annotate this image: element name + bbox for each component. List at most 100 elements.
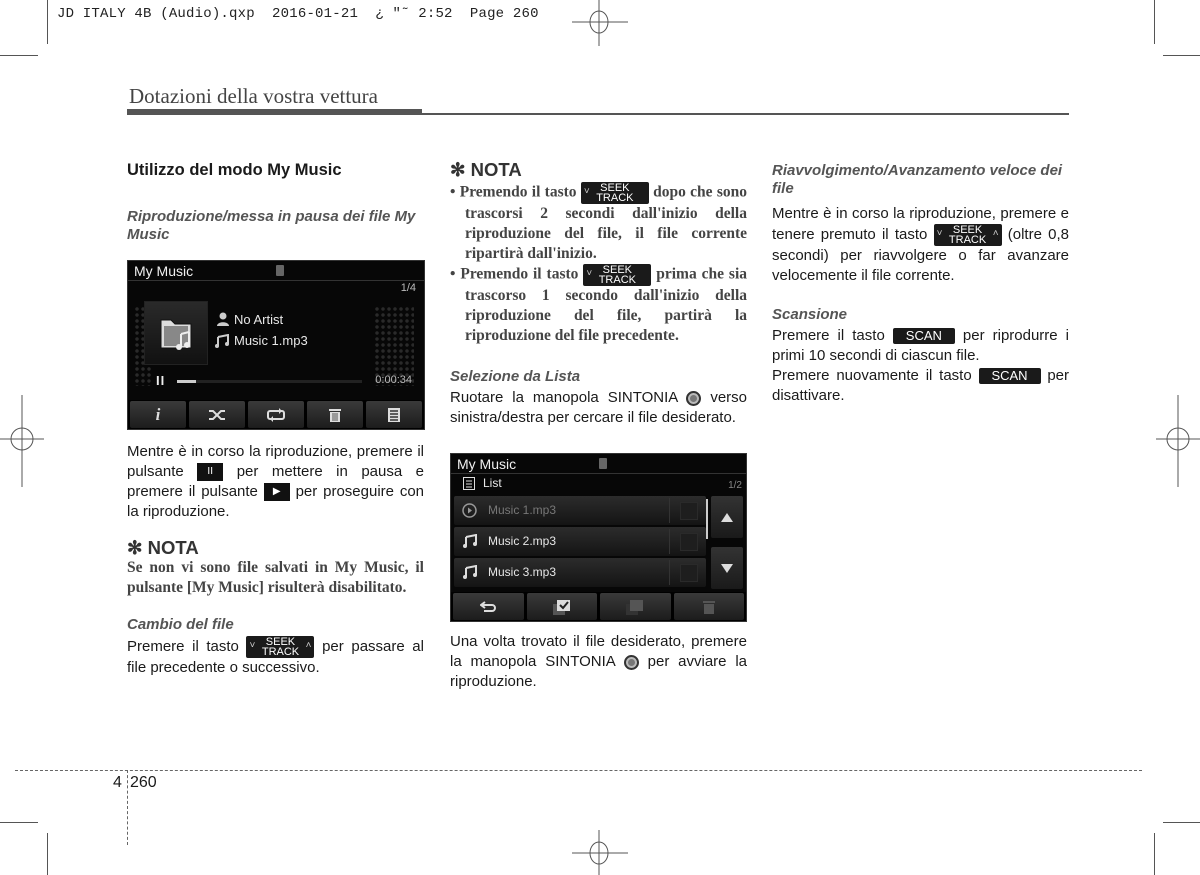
trash-icon [702, 600, 715, 614]
subheading: Riproduzione/messa in pausa dei file My … [127, 208, 416, 243]
file-name: Music 2.mp3 [488, 534, 557, 548]
seek-track-key-icon: ˅ SEEK TRACK ˄ [933, 224, 1002, 246]
list-item[interactable]: Music 1.mp3 [454, 496, 706, 525]
album-art [144, 301, 208, 365]
control-bar: i [128, 400, 424, 429]
shuffle-icon [209, 409, 225, 420]
crop-mark [1154, 0, 1155, 44]
play-key-icon: ▶ [263, 483, 290, 502]
track-count: 1/4 [400, 282, 416, 294]
file-list: Music 1.mp3 Music 2.mp3 Music 3.mp3 [454, 496, 706, 589]
seek-track-key-icon: ˅ SEEK TRACK ˄ [246, 636, 315, 658]
triangle-down-icon [721, 563, 733, 573]
progress-fill [177, 380, 196, 383]
shuffle-button[interactable] [189, 401, 245, 428]
info-icon: i [155, 404, 161, 424]
scrollbar[interactable] [706, 499, 708, 539]
header-rule [422, 113, 1069, 115]
track-name: Music 1.mp3 [234, 333, 308, 348]
registration-mark-icon [572, 830, 628, 875]
crop-mark [1163, 822, 1200, 823]
select-all-button[interactable] [526, 593, 597, 620]
artist-icon [217, 312, 229, 326]
registration-mark-icon [1156, 395, 1200, 487]
checkbox[interactable] [680, 564, 698, 582]
list-label: List [483, 476, 502, 490]
registration-mark-icon [572, 0, 628, 46]
paragraph: Premere il tasto SCAN per riprodurre i p… [772, 327, 1070, 364]
seek-track-key-icon: ˅ SEEK TRACK [580, 182, 649, 204]
usb-icon [276, 265, 284, 276]
scroll-up-button[interactable] [711, 496, 743, 538]
nota-bullet: • Premendo il tasto ˅ SEEK TRACK prima che… [450, 264, 748, 344]
row-divider [669, 529, 670, 554]
tune-knob-icon [623, 654, 639, 670]
column-1-body: Mentre è in corso la riproduzione, preme… [127, 442, 424, 678]
tune-knob-icon [686, 390, 702, 406]
crop-mark [0, 55, 38, 56]
music-note-icon [462, 564, 477, 579]
nota-text: Se non vi sono file salvati in My Music,… [127, 559, 424, 596]
seek-track-key-icon: ˅ SEEK TRACK [583, 264, 652, 286]
chapter-title: Dotazioni della vostra vettura [129, 84, 378, 108]
list-item[interactable]: Music 3.mp3 [454, 558, 706, 587]
paragraph: Ruotare la manopola SINTONIA verso sinis… [450, 389, 748, 426]
column-2: ✻ NOTA • Premendo il tasto ˅ SEEK TRACK do… [450, 160, 747, 428]
header-rule [127, 109, 422, 115]
pause-button[interactable]: II [156, 373, 165, 388]
music-note-icon [215, 334, 229, 348]
page-indicator: 1/2 [728, 480, 742, 491]
checkbox[interactable] [680, 502, 698, 520]
subheading: Scansione [772, 306, 848, 323]
list-item[interactable]: Music 2.mp3 [454, 527, 706, 556]
registration-mark-icon [0, 395, 44, 487]
crop-mark [1163, 55, 1200, 56]
repeat-icon [267, 407, 285, 422]
list-screen: My Music List 1/2 Music 1.mp3 Music 2.mp3… [450, 453, 747, 622]
play-circle-icon [462, 503, 477, 518]
crop-mark [0, 822, 38, 823]
triangle-up-icon [721, 512, 733, 522]
footer-divider [127, 770, 128, 845]
print-slug: JD ITALY 4B (Audio).qxp 2016-01-21 ¿ "˜ … [57, 6, 539, 22]
delete-button[interactable] [673, 593, 744, 620]
paragraph: Premere nuovamente il tasto SCAN per dis… [772, 367, 1069, 404]
artist-name: No Artist [234, 312, 284, 327]
subheading: Cambio del file [127, 616, 234, 633]
chapter-number: 4 [113, 774, 122, 791]
scroll-down-button[interactable] [711, 547, 743, 589]
info-button[interactable]: i [130, 401, 186, 428]
music-note-icon [462, 533, 477, 548]
deselect-all-button[interactable] [600, 593, 671, 620]
nota-heading: ✻ NOTA [127, 537, 199, 558]
file-name: Music 3.mp3 [488, 565, 557, 579]
repeat-button[interactable] [248, 401, 304, 428]
nota-heading: ✻ NOTA [450, 159, 522, 180]
elapsed-time: 0:00:34 [375, 374, 412, 386]
column-1: Utilizzo del modo My Music Riproduzione/… [127, 160, 424, 244]
scan-key-icon: SCAN [892, 328, 955, 345]
crop-mark [1154, 833, 1155, 875]
paragraph: Mentre è in corso la riproduzione, preme… [127, 443, 425, 520]
subheading: Selezione da Lista [450, 368, 581, 385]
paragraph: Premere il tasto ˅ SEEK TRACK ˄ per passare… [127, 636, 424, 676]
column-3: Riavvolgimento/Avanzamento veloce dei fi… [772, 162, 1069, 406]
subheading: Riavvolgimento/Avanzamento veloce dei fi… [772, 162, 1063, 197]
list-icon [388, 407, 400, 422]
list-button[interactable] [366, 401, 422, 428]
select-all-icon [552, 599, 570, 615]
column-2-body: Una volta trovato il file desiderato, pr… [450, 633, 748, 690]
delete-button[interactable] [307, 401, 363, 428]
screen-title: My Music [134, 263, 194, 279]
crop-mark [47, 833, 48, 875]
page-number: 260 [130, 774, 157, 791]
checkbox[interactable] [680, 533, 698, 551]
back-button[interactable] [453, 593, 524, 620]
progress-bar[interactable] [177, 380, 362, 383]
now-playing-screen: My Music 1/4 No Artist Music 1.mp3 II 0:… [127, 260, 425, 430]
trash-icon [329, 408, 341, 422]
paragraph: Mentre è in corso la riproduzione, preme… [772, 205, 1069, 284]
back-icon [480, 600, 497, 612]
deselect-all-icon [626, 599, 644, 615]
crop-mark [47, 0, 48, 44]
